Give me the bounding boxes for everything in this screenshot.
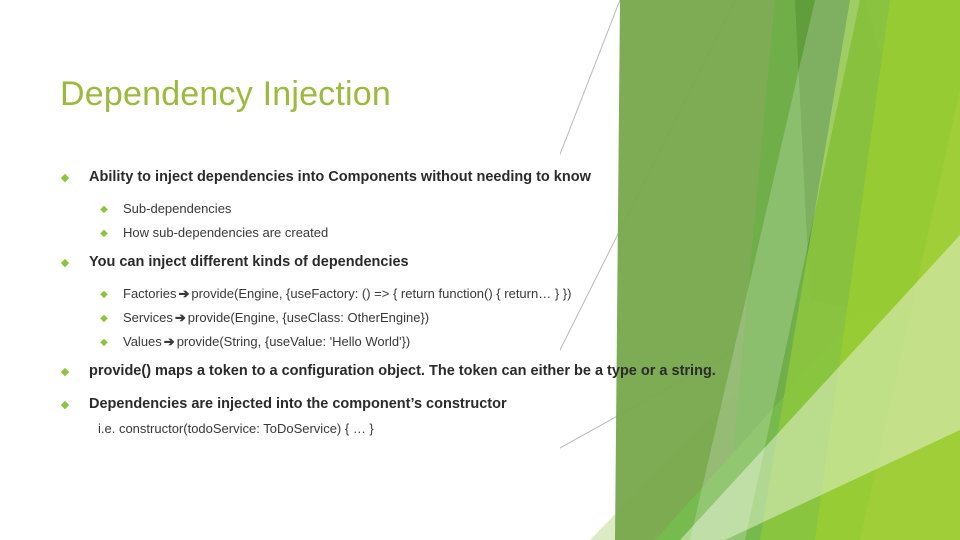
diamond-bullet-icon: ◆ — [100, 204, 108, 216]
facet-deep-green — [795, 0, 960, 330]
facet-olive-2 — [725, 0, 960, 540]
code-label: Values — [123, 333, 162, 349]
code-snippet: provide(String, {useValue: 'Hello World'… — [176, 333, 411, 349]
bullet-level1: ◆ Ability to inject dependencies into Co… — [58, 168, 718, 187]
facet-pale-2 — [680, 120, 960, 540]
facet-bright-green — [760, 0, 960, 540]
bullet-text: How sub-dependencies are created — [123, 225, 329, 241]
facet-lime-green-2 — [860, 90, 960, 540]
diamond-bullet-icon: ◆ — [100, 336, 108, 348]
bullet-text: Values ➔ provide(String, {useValue: 'Hello… — [123, 334, 718, 351]
facet-lime-green — [815, 0, 960, 540]
diamond-bullet-icon: ◆ — [60, 256, 70, 269]
slide-title: Dependency Injection — [60, 74, 392, 113]
code-snippet: provide(Engine, {useFactory: () => { ret… — [191, 286, 572, 302]
bullet-level2: ◆ How sub-dependencies are created — [98, 225, 718, 242]
diamond-bullet-icon: ◆ — [100, 312, 108, 324]
slide-canvas: Dependency Injection ◆ Ability to inject… — [0, 0, 960, 540]
code-label: Factories — [123, 286, 177, 302]
code-snippet: provide(Engine, {useClass: OtherEngine}) — [187, 309, 430, 325]
bullet-level1: ◆ You can inject different kinds of depe… — [58, 253, 718, 272]
example-note: i.e. constructor(todoService: ToDoServic… — [98, 420, 374, 436]
bullet-text: You can inject different kinds of depend… — [89, 253, 409, 270]
bullet-level1: ◆ provide() maps a token to a configurat… — [58, 362, 718, 381]
slide-body: ◆ Ability to inject dependencies into Co… — [58, 168, 718, 438]
diamond-bullet-icon: ◆ — [60, 365, 70, 378]
diamond-bullet-icon: ◆ — [60, 398, 70, 411]
bullet-level2: ◆ Values ➔ provide(String, {useValue: 'Hel… — [98, 334, 718, 351]
bullet-level2: ◆ Factories ➔ provide(Engine, {useFactory:… — [98, 286, 718, 303]
bullet-level2: ◆ Sub-dependencies — [98, 201, 718, 218]
diamond-bullet-icon: ◆ — [60, 172, 70, 184]
diamond-bullet-icon: ◆ — [100, 228, 108, 240]
right-arrow-icon: ➔ — [174, 309, 186, 325]
facet-light-overlay — [680, 235, 960, 540]
bullet-level1: ◆ Dependencies are injected into the com… — [58, 395, 718, 414]
diamond-bullet-icon: ◆ — [100, 289, 108, 301]
bullet-text: Services ➔ provide(Engine, {useClass: Othe… — [123, 310, 718, 327]
bullet-text: Factories ➔ provide(Engine, {useFactory: (… — [123, 286, 718, 303]
bullet-text: Sub-dependencies — [123, 201, 232, 217]
bullet-text: Ability to inject dependencies into Comp… — [89, 169, 591, 185]
bullet-text: provide() maps a token to a configuratio… — [89, 362, 716, 379]
bullet-text: Dependencies are injected into the compo… — [89, 395, 507, 412]
bullet-level2: ◆ Services ➔ provide(Engine, {useClass: Ot… — [98, 310, 718, 327]
right-arrow-icon: ➔ — [163, 333, 175, 349]
code-label: Services — [123, 309, 173, 325]
right-arrow-icon: ➔ — [178, 286, 190, 302]
